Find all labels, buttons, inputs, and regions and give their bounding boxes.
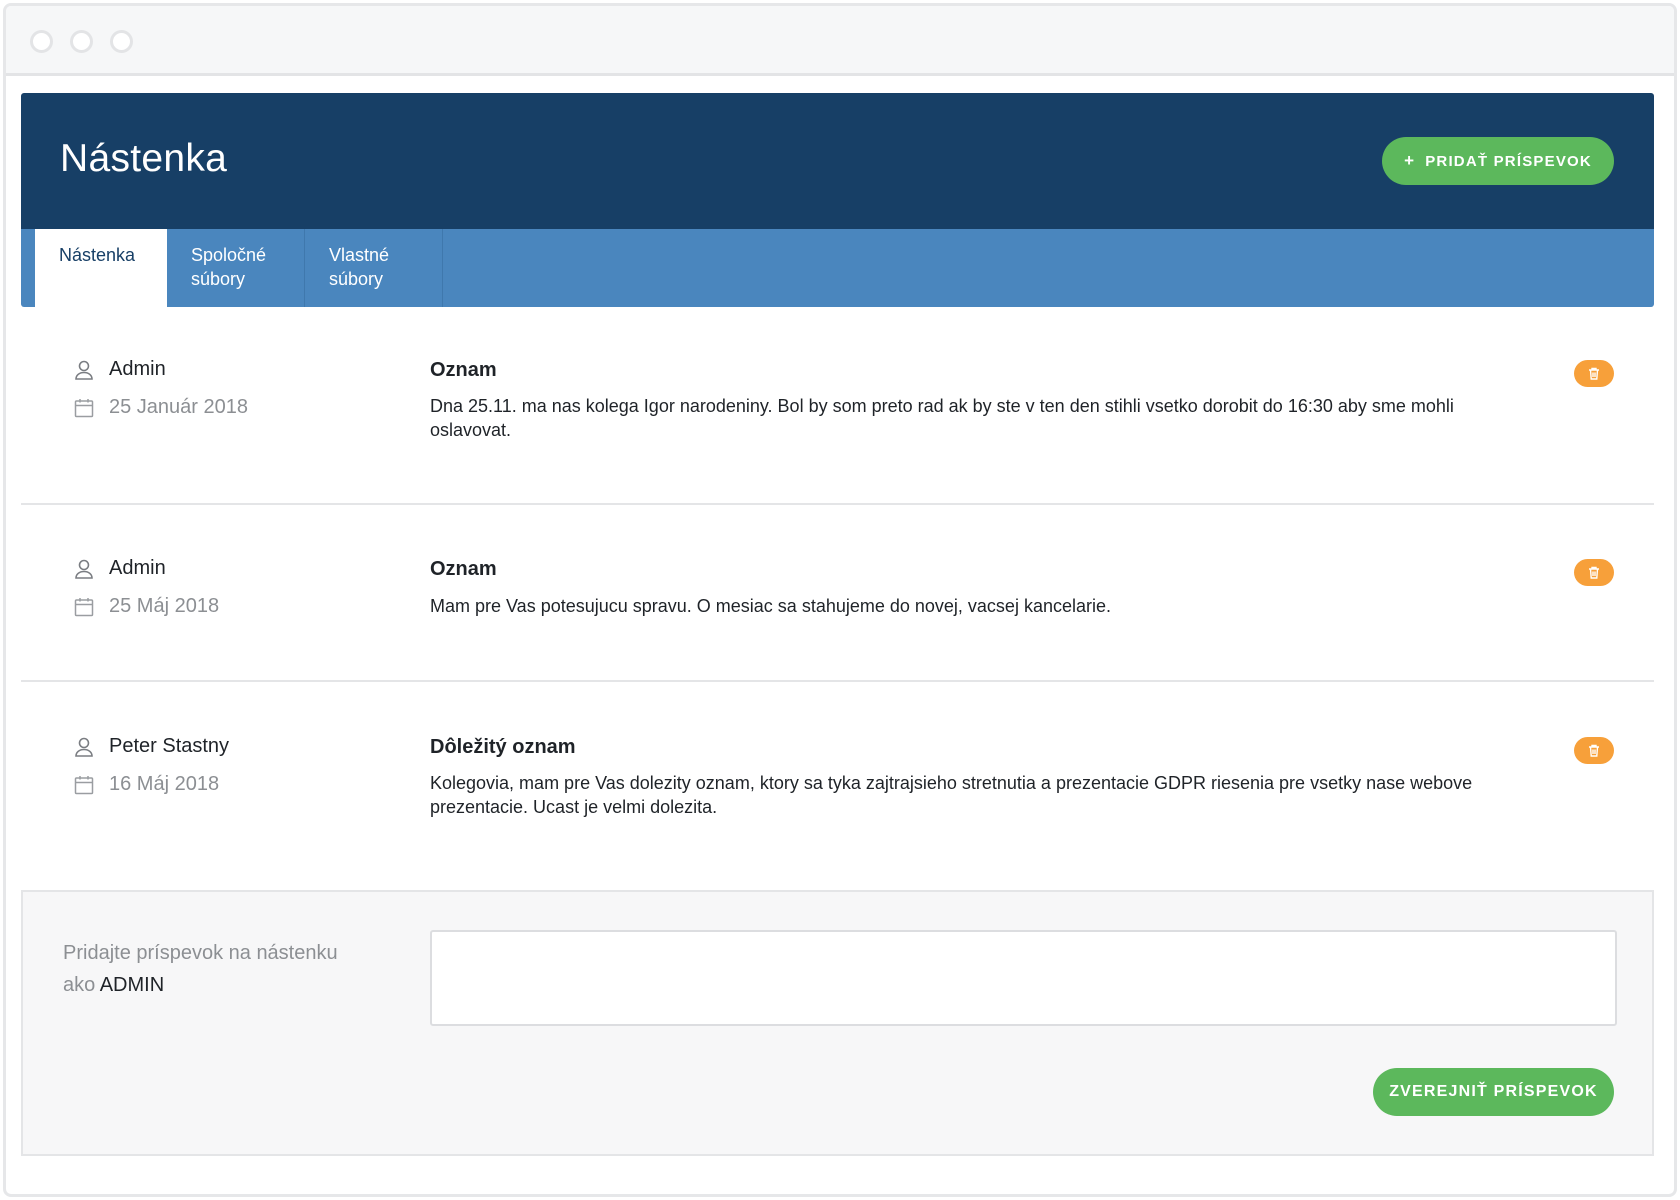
post-text-input[interactable] [430,930,1617,1026]
window-minimize-dot[interactable] [70,30,93,53]
window-maximize-dot[interactable] [110,30,133,53]
post-title: Dôležitý oznam [430,736,576,758]
post-body: Kolegovia, mam pre Vas dolezity oznam, k… [430,773,1473,817]
delete-post-button[interactable] [1574,360,1614,387]
trash-icon [1589,744,1599,757]
user-icon [75,559,93,579]
trash-icon [1589,566,1599,579]
window-close-dot[interactable] [30,30,53,53]
post-body: Mam pre Vas potesujucu spravu. O mesiac … [430,596,1111,616]
post-title: Oznam [430,359,497,381]
post-body: Dna 25.11. ma nas kolega Igor narodeniny… [430,396,1454,440]
tab-spolocne-subory[interactable]: Spoločné súbory [167,229,305,307]
tab-vlastne-subory[interactable]: Vlastné súbory [305,229,443,307]
post-author-name: Admin [109,557,166,579]
post-date: 25 Máj 2018 [73,595,219,618]
plus-icon: + [1404,151,1416,170]
post-item: Admin 25 Máj 2018 Oznam Mam pre Vas pote… [21,505,1654,682]
tab-bar: Nástenka Spoločné súbory Vlastné súbory [21,229,1654,307]
user-icon [75,737,93,757]
page-header: Nástenka + PRIDAŤ PRÍSPEVOK [21,93,1654,229]
post-author-name: Admin [109,358,166,380]
post-date-text: 16 Máj 2018 [109,773,220,795]
delete-post-button[interactable] [1574,559,1614,586]
add-post-button[interactable]: + PRIDAŤ PRÍSPEVOK [1382,137,1614,185]
composer-username: ADMIN [99,974,165,996]
post-date-text: 25 Január 2018 [109,396,249,418]
post-date: 16 Máj 2018 [73,773,219,796]
calendar-icon [74,398,94,417]
user-icon [75,360,93,380]
post-composer: Pridajte príspevok na nástenku ako ADMIN… [21,890,1654,1156]
tab-nastenka[interactable]: Nástenka [35,229,167,307]
delete-post-button[interactable] [1574,737,1614,764]
trash-icon [1589,367,1599,380]
calendar-icon [74,597,94,616]
post-date-text: 25 Máj 2018 [109,595,220,617]
calendar-icon [74,775,94,794]
add-post-label: PRIDAŤ PRÍSPEVOK [1425,152,1592,170]
post-title: Oznam [430,558,497,580]
post-author: Admin [73,557,166,580]
post-date: 25 Január 2018 [73,396,248,419]
dashboard-panel: Nástenka + PRIDAŤ PRÍSPEVOK Nástenka Spo… [21,93,1654,1156]
window-titlebar [6,6,1674,76]
post-item: Admin 25 Január 2018 Oznam Dna 25.11. ma… [21,307,1654,505]
page-title: Nástenka [60,137,228,180]
post-author: Peter Stastny [73,735,229,758]
post-author-name: Peter Stastny [109,735,230,757]
publish-post-button[interactable]: ZVEREJNIŤ PRÍSPEVOK [1373,1068,1614,1116]
composer-label: Pridajte príspevok na nástenku ako ADMIN [63,937,373,1001]
post-author: Admin [73,358,166,381]
